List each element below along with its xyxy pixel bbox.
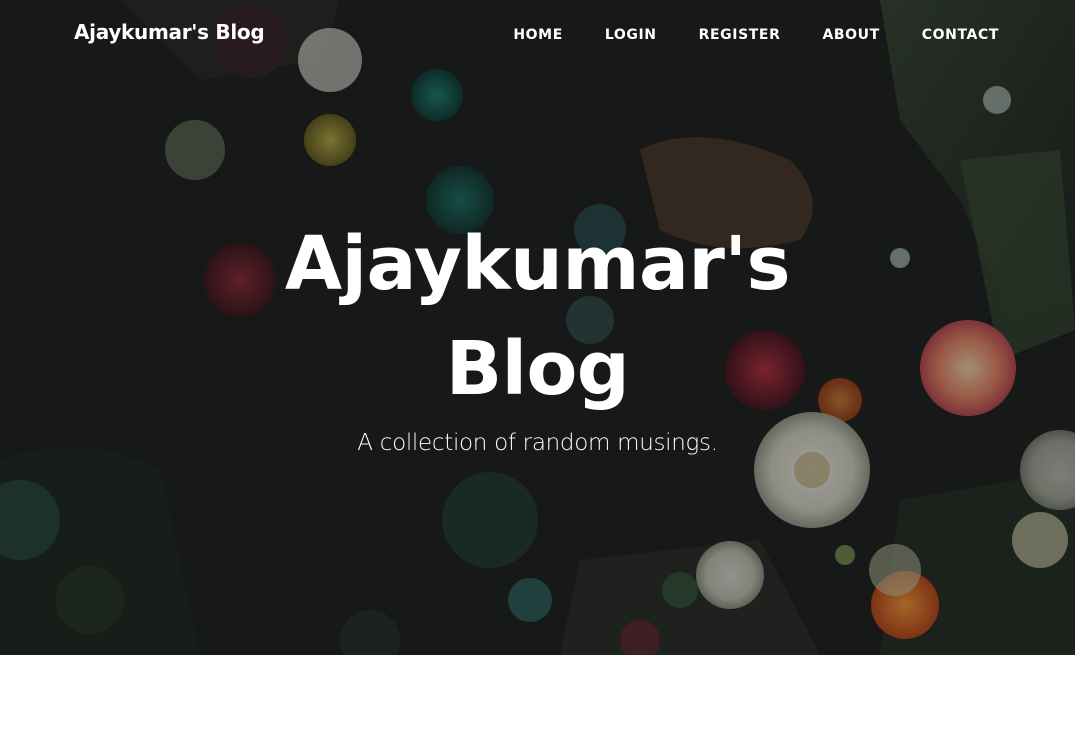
site-title: Ajaykumar's Blog xyxy=(284,221,791,412)
nav-about-link[interactable]: ABOUT xyxy=(822,27,879,43)
nav-contact-link[interactable]: CONTACT xyxy=(922,27,999,43)
main-content xyxy=(0,655,1075,736)
nav-links: HOME LOGIN REGISTER ABOUT CONTACT xyxy=(471,27,999,43)
nav-login-link[interactable]: LOGIN xyxy=(605,27,657,43)
nav-home-link[interactable]: HOME xyxy=(513,27,563,43)
site-subtitle: A collection of random musings. xyxy=(357,430,718,456)
nav-register-link[interactable]: REGISTER xyxy=(699,27,781,43)
hero-header: Ajaykumar's Blog HOME LOGIN REGISTER ABO… xyxy=(0,0,1075,655)
brand-link[interactable]: Ajaykumar's Blog xyxy=(74,20,265,44)
navbar: Ajaykumar's Blog HOME LOGIN REGISTER ABO… xyxy=(0,0,1075,70)
site-heading-block: Ajaykumar's Blog A collection of random … xyxy=(0,212,1075,456)
